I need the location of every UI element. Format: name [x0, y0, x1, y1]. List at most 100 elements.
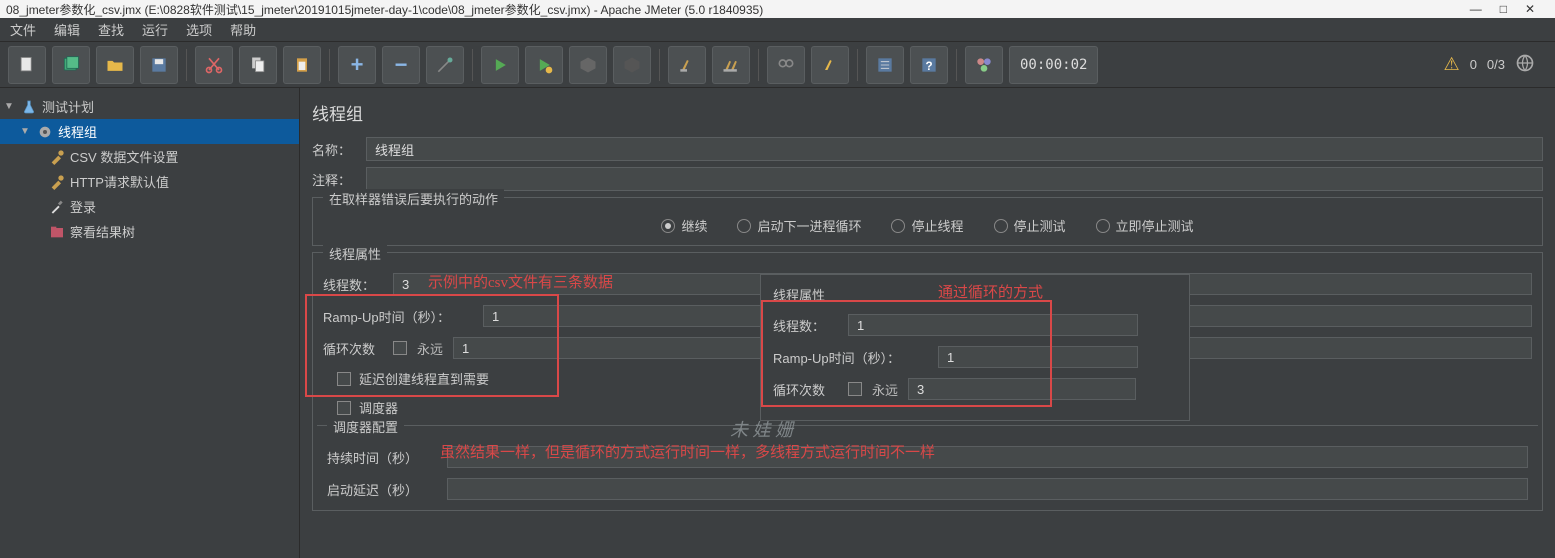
- comment-label: 注释：: [312, 170, 358, 189]
- menu-search[interactable]: 查找: [98, 20, 124, 39]
- active-threads: 0/3: [1487, 57, 1505, 72]
- titlebar: 08_jmeter参数化_csv.jmx (E:\0828软件测试\15_jme…: [0, 0, 1555, 18]
- start-no-pause-button[interactable]: [525, 46, 563, 84]
- paste-button[interactable]: [283, 46, 321, 84]
- shutdown-button[interactable]: [613, 46, 651, 84]
- stop-button[interactable]: [569, 46, 607, 84]
- startup-delay-input[interactable]: [447, 478, 1528, 500]
- search-button[interactable]: [767, 46, 805, 84]
- menu-file[interactable]: 文件: [10, 20, 36, 39]
- tree-label: 线程组: [58, 122, 97, 141]
- menu-help[interactable]: 帮助: [230, 20, 256, 39]
- overlay-rampup-input[interactable]: [938, 346, 1138, 368]
- wrench-icon: [48, 149, 66, 165]
- name-label: 名称：: [312, 140, 358, 159]
- window-title: 08_jmeter参数化_csv.jmx (E:\0828软件测试\15_jme…: [6, 1, 763, 18]
- radio-label: 继续: [681, 216, 707, 235]
- clear-all-button[interactable]: [712, 46, 750, 84]
- tree-label: 测试计划: [42, 97, 94, 116]
- menubar: 文件 编辑 查找 运行 选项 帮助: [0, 18, 1555, 42]
- help-button[interactable]: ?: [910, 46, 948, 84]
- elapsed-time: 00:00:02: [1009, 46, 1098, 84]
- rampup-label: Ramp-Up时间（秒）：: [323, 307, 473, 326]
- menu-edit[interactable]: 编辑: [54, 20, 80, 39]
- radio-icon: [994, 219, 1008, 233]
- new-button[interactable]: [8, 46, 46, 84]
- warning-icon[interactable]: ⚠: [1444, 54, 1460, 75]
- tree-test-plan[interactable]: ▼ 测试计划: [0, 94, 299, 119]
- radio-label: 停止测试: [1014, 216, 1066, 235]
- radio-label: 立即停止测试: [1116, 216, 1194, 235]
- menu-run[interactable]: 运行: [142, 20, 168, 39]
- radio-continue[interactable]: 继续: [661, 216, 707, 235]
- server-icon[interactable]: [1515, 53, 1535, 76]
- tree-label: CSV 数据文件设置: [70, 147, 178, 166]
- close-button[interactable]: ✕: [1525, 2, 1535, 16]
- scheduler-config-fieldset: 调度器配置 持续时间（秒） 启动延迟（秒）: [317, 425, 1538, 510]
- svg-text:?: ?: [925, 60, 932, 73]
- overlay-forever-checkbox[interactable]: [848, 382, 862, 396]
- pipette-icon: [48, 199, 66, 215]
- radio-stop-test[interactable]: 停止测试: [994, 216, 1066, 235]
- content-panel: 线程组 名称： 注释： 在取样器错误后要执行的动作 继续 启动下一进程循环: [300, 88, 1555, 558]
- tree-http-defaults[interactable]: HTTP请求默认值: [0, 169, 299, 194]
- startup-delay-label: 启动延迟（秒）: [327, 480, 437, 499]
- menu-options[interactable]: 选项: [186, 20, 212, 39]
- toolbar: + − ? 00:00:02 ⚠ 0 0/3: [0, 42, 1555, 88]
- copy-button[interactable]: [239, 46, 277, 84]
- save-button[interactable]: [140, 46, 178, 84]
- overlay-threads-input[interactable]: [848, 314, 1138, 336]
- start-button[interactable]: [481, 46, 519, 84]
- radio-icon: [737, 219, 751, 233]
- function-helper-button[interactable]: [866, 46, 904, 84]
- test-plan-tree: ▼ 测试计划 ▼ 线程组 CSV 数据文件设置 HTTP请求默认值 登录: [0, 88, 300, 558]
- collapse-icon[interactable]: ▼: [4, 101, 16, 112]
- tree-thread-group[interactable]: ▼ 线程组: [0, 119, 299, 144]
- forever-checkbox[interactable]: [393, 341, 407, 355]
- comment-input[interactable]: [366, 167, 1543, 191]
- scheduler-config-title: 调度器配置: [327, 417, 404, 436]
- tree-login[interactable]: 登录: [0, 194, 299, 219]
- overlay-rampup-label: Ramp-Up时间（秒）：: [773, 348, 928, 367]
- overlay-threads-label: 线程数：: [773, 316, 838, 335]
- flask-icon: [20, 99, 38, 115]
- annotation-left: 示例中的csv文件有三条数据: [428, 271, 613, 292]
- tree-view-results[interactable]: 察看结果树: [0, 219, 299, 244]
- scheduler-checkbox[interactable]: [337, 401, 351, 415]
- open-button[interactable]: [96, 46, 134, 84]
- expand-button[interactable]: +: [338, 46, 376, 84]
- name-input[interactable]: [366, 137, 1543, 161]
- thread-dump-button[interactable]: [965, 46, 1003, 84]
- minimize-button[interactable]: —: [1470, 2, 1482, 16]
- annotation-right: 通过循环的方式: [938, 281, 1043, 302]
- threads-label: 线程数：: [323, 275, 383, 294]
- overlay-loop-input[interactable]: [908, 378, 1136, 400]
- radio-start-next[interactable]: 启动下一进程循环: [737, 216, 861, 235]
- delay-create-checkbox[interactable]: [337, 372, 351, 386]
- gear-icon: [36, 124, 54, 140]
- collapse-button[interactable]: −: [382, 46, 420, 84]
- templates-button[interactable]: [52, 46, 90, 84]
- clear-button[interactable]: [668, 46, 706, 84]
- collapse-icon[interactable]: ▼: [20, 126, 32, 137]
- maximize-button[interactable]: □: [1500, 2, 1507, 16]
- toggle-button[interactable]: [426, 46, 464, 84]
- tree-label: 察看结果树: [70, 222, 135, 241]
- overlay-forever-label: 永远: [872, 380, 898, 399]
- tree-label: HTTP请求默认值: [70, 172, 169, 191]
- folder-icon: [48, 224, 66, 240]
- warning-count: 0: [1470, 57, 1477, 72]
- delay-create-label: 延迟创建线程直到需要: [359, 369, 489, 388]
- radio-icon: [661, 219, 675, 233]
- loop-label: 循环次数: [323, 339, 383, 358]
- thread-props-title: 线程属性: [323, 244, 387, 263]
- reset-search-button[interactable]: [811, 46, 849, 84]
- radio-stop-now[interactable]: 立即停止测试: [1096, 216, 1194, 235]
- cut-button[interactable]: [195, 46, 233, 84]
- overlay-loop-label: 循环次数: [773, 380, 838, 399]
- tree-csv-config[interactable]: CSV 数据文件设置: [0, 144, 299, 169]
- tree-label: 登录: [70, 197, 96, 216]
- sampler-error-title: 在取样器错误后要执行的动作: [323, 189, 504, 208]
- radio-stop-thread[interactable]: 停止线程: [891, 216, 963, 235]
- radio-icon: [1096, 219, 1110, 233]
